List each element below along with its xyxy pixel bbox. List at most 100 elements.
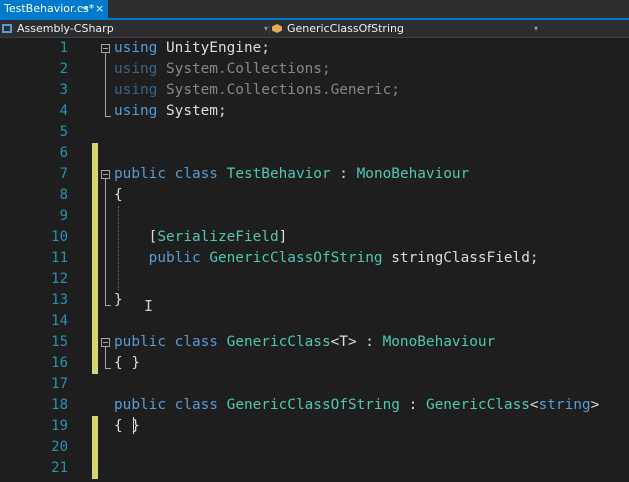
- code-text: System.Collections.Generic;: [157, 82, 400, 98]
- line-number: 15: [51, 334, 68, 350]
- code-text: }: [114, 292, 123, 308]
- code-text: <T> :: [330, 334, 383, 350]
- code-line-8: {: [114, 185, 123, 206]
- code-text: System.Collections;: [157, 61, 331, 77]
- type-name: TestBehavior: [226, 166, 331, 182]
- outline-line: [105, 179, 106, 305]
- type-name: GenericClass: [226, 334, 331, 350]
- line-number: 17: [51, 376, 68, 392]
- code-line-2: using System.Collections;: [114, 59, 331, 80]
- outline-end: [105, 305, 111, 306]
- code-text: { }: [114, 355, 140, 371]
- project-label: Assembly-CSharp: [17, 22, 114, 35]
- line-number: 16: [51, 355, 68, 371]
- collapse-icon[interactable]: [101, 170, 110, 179]
- collapse-icon[interactable]: [101, 338, 110, 347]
- code-text: {: [114, 187, 123, 203]
- outline-line: [105, 53, 106, 116]
- document-tab-strip: TestBehavior.cs* → ×: [0, 0, 629, 20]
- collapse-icon[interactable]: [101, 44, 110, 53]
- line-number: 19: [51, 418, 68, 434]
- nav-divider: [269, 22, 270, 35]
- line-number: 8: [59, 187, 68, 203]
- tab-testbehavior-cs[interactable]: TestBehavior.cs* → ×: [0, 0, 108, 18]
- outline-end: [105, 368, 111, 369]
- code-text: ]: [278, 229, 288, 245]
- project-dropdown[interactable]: Assembly-CSharp ▾: [2, 21, 268, 36]
- keyword-public: public: [148, 250, 201, 266]
- code-line-4: using System;: [114, 101, 227, 122]
- line-number: 9: [59, 208, 68, 224]
- code-text: :: [330, 166, 357, 182]
- type-name: MonoBehaviour: [356, 166, 470, 182]
- code-line-10: [SerializeField]: [114, 227, 288, 248]
- csharp-project-icon: [2, 24, 12, 33]
- text-caret: [133, 417, 134, 434]
- keyword-public: public: [114, 166, 166, 182]
- code-line-15: public class GenericClass<T> : MonoBehav…: [114, 332, 495, 353]
- code-line-1: using UnityEngine;: [114, 38, 270, 59]
- type-name: GenericClassOfString: [209, 250, 383, 266]
- code-text: stringClassField;: [382, 250, 539, 266]
- change-indicator: [92, 332, 98, 374]
- keyword-using: using: [114, 82, 158, 98]
- code-text: <: [529, 397, 539, 413]
- line-number: 7: [59, 166, 68, 182]
- chevron-down-icon: ▾: [533, 24, 538, 33]
- code-line-19: { }: [114, 416, 140, 437]
- keyword-class: class: [174, 397, 218, 413]
- code-line-16: { }: [114, 353, 140, 374]
- keyword-public: public: [114, 397, 166, 413]
- code-text: [: [114, 229, 158, 245]
- line-number: 2: [59, 61, 68, 77]
- line-number: 11: [51, 250, 68, 266]
- ibeam-cursor-icon: I: [144, 297, 154, 315]
- keyword-class: class: [174, 166, 218, 182]
- code-text: { }: [114, 418, 140, 434]
- code-text: >: [590, 397, 600, 413]
- code-line-7: public class TestBehavior : MonoBehaviou…: [114, 164, 469, 185]
- line-number: 12: [51, 271, 68, 287]
- navigation-bar: Assembly-CSharp ▾ GenericClassOfString ▾: [0, 20, 629, 38]
- code-line-13: }: [114, 290, 123, 311]
- code-text: UnityEngine;: [157, 40, 270, 56]
- code-editor[interactable]: 1 2 3 4 5 6 7 8 9 10 11 12 13 14 15 16 1…: [0, 38, 629, 482]
- attribute-name: SerializeField: [157, 229, 279, 245]
- type-name: GenericClassOfString: [226, 397, 400, 413]
- keyword-class: class: [174, 334, 218, 350]
- change-indicator: [92, 143, 98, 332]
- line-number: 10: [51, 229, 68, 245]
- code-line-18: public class GenericClassOfString : Gene…: [114, 395, 599, 416]
- line-number: 3: [59, 82, 68, 98]
- code-text: :: [399, 397, 426, 413]
- member-label: GenericClassOfString: [287, 22, 404, 35]
- code-line-3: using System.Collections.Generic;: [114, 80, 400, 101]
- line-number: 14: [51, 313, 68, 329]
- member-dropdown[interactable]: GenericClassOfString ▾: [272, 21, 538, 36]
- outline-end: [105, 116, 111, 117]
- outline-line: [105, 347, 106, 368]
- class-icon: [272, 24, 282, 33]
- keyword-using: using: [114, 61, 158, 77]
- type-name: MonoBehaviour: [382, 334, 496, 350]
- line-number: 20: [51, 439, 68, 455]
- pin-icon[interactable]: →: [80, 0, 88, 18]
- line-number: 13: [51, 292, 68, 308]
- line-number: 4: [59, 103, 68, 119]
- close-icon[interactable]: ×: [95, 0, 104, 18]
- line-number: 5: [59, 124, 68, 140]
- code-line-11: public GenericClassOfString stringClassF…: [114, 248, 539, 269]
- change-indicator: [92, 416, 98, 479]
- keyword-string: string: [538, 397, 591, 413]
- keyword-public: public: [114, 334, 166, 350]
- line-number: 18: [51, 397, 68, 413]
- line-number: 6: [59, 145, 68, 161]
- keyword-using: using: [114, 40, 158, 56]
